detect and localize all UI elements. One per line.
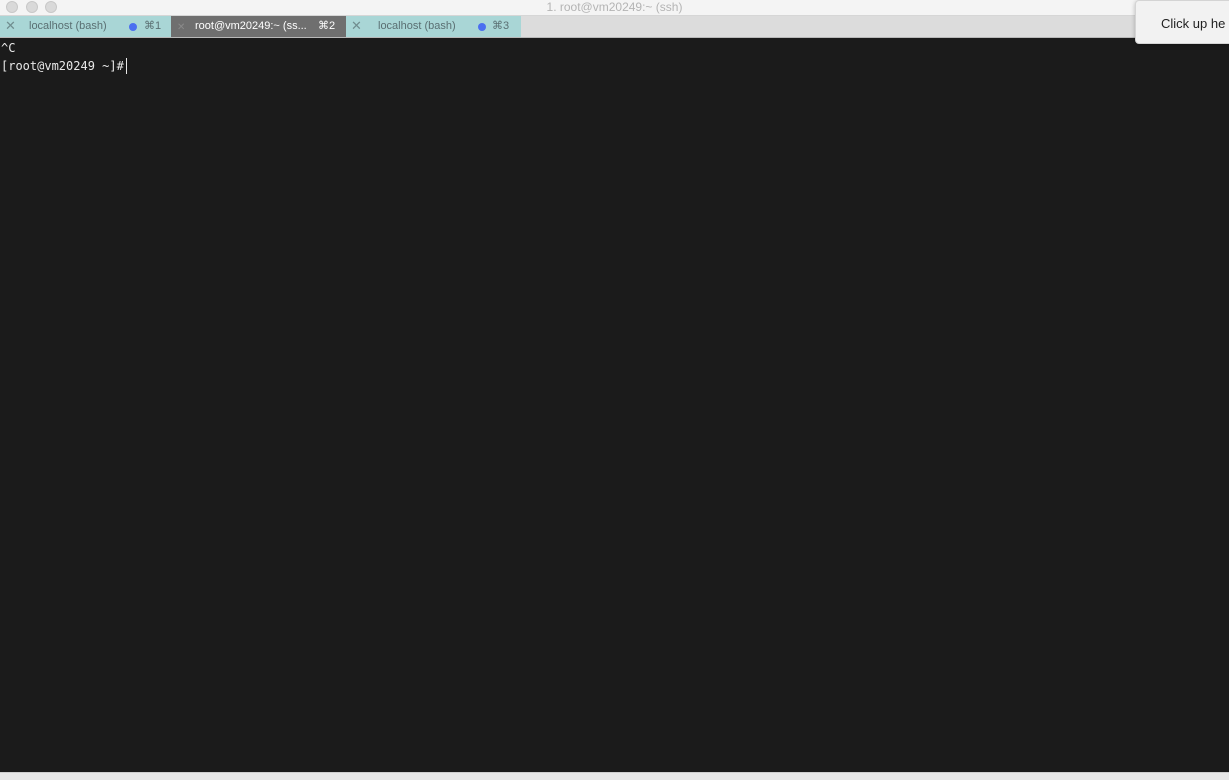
close-icon[interactable]: ✕: [177, 21, 185, 35]
tab-root-ssh[interactable]: ✕ root@vm20249:~ (ss... ⌘2: [171, 16, 346, 37]
text-cursor: [126, 58, 127, 74]
tab-shortcut: ⌘1: [144, 20, 162, 32]
shell-prompt: [root@vm20249 ~]#: [1, 59, 124, 73]
window-bottom-edge: [0, 772, 1229, 780]
terminal-pane[interactable]: ^C [root@vm20249 ~]#: [0, 39, 1229, 772]
close-icon[interactable]: ✕: [351, 19, 362, 33]
tab-localhost-bash-1[interactable]: ✕ localhost (bash) ⌘1: [0, 16, 171, 37]
close-icon[interactable]: ✕: [5, 19, 16, 33]
tab-localhost-bash-3[interactable]: ✕ localhost (bash) ⌘3: [346, 16, 521, 37]
terminal-output-line: ^C: [1, 41, 16, 55]
tab-label: localhost (bash): [378, 20, 456, 32]
window-title: 1. root@vm20249:~ (ssh): [546, 0, 683, 14]
activity-dot-icon: [478, 23, 486, 31]
title-bar: 1. root@vm20249:~ (ssh): [0, 0, 1229, 16]
tab-label: localhost (bash): [29, 20, 107, 32]
tab-shortcut: ⌘2: [318, 20, 336, 32]
tab-label: root@vm20249:~ (ss...: [195, 20, 307, 32]
tab-bar: ✕ localhost (bash) ⌘1 ✕ root@vm20249:~ (…: [0, 16, 1229, 38]
activity-dot-icon: [129, 23, 137, 31]
tab-shortcut: ⌘3: [492, 20, 510, 32]
notification-popup[interactable]: Click up he: [1135, 0, 1229, 44]
notification-text: Click up he: [1161, 16, 1226, 31]
